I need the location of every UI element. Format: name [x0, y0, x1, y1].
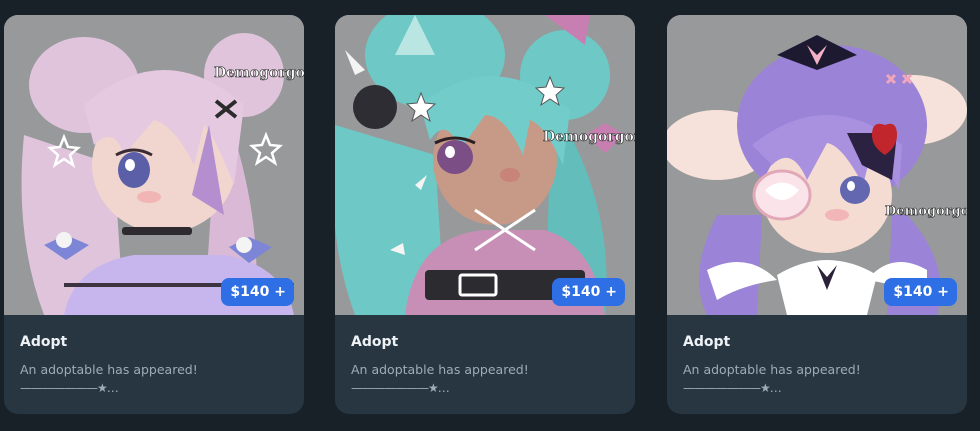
card-title[interactable]: Adopt — [351, 334, 619, 350]
watermark-text: Demogorgon — [543, 129, 635, 145]
card-title[interactable]: Adopt — [20, 334, 288, 350]
card-decoration: ———————★… — [683, 381, 782, 395]
card-decoration: ———————★… — [351, 381, 450, 395]
price-badge: $140 + — [884, 278, 957, 306]
price-badge: $140 + — [552, 278, 625, 306]
character-artwork[interactable]: Demogorgon $140 + — [4, 15, 304, 315]
card-title[interactable]: Adopt — [683, 334, 951, 350]
card-body: Adopt An adoptable has appeared! ———————… — [335, 315, 635, 395]
character-artwork[interactable]: Demogorgon $140 + — [335, 15, 635, 315]
adoptable-card[interactable]: Demogorgon $140 + Adopt An adoptable has… — [335, 15, 635, 414]
card-body: Adopt An adoptable has appeared! ———————… — [667, 315, 967, 395]
character-illustration: Demogorgon — [335, 15, 635, 315]
card-body: Adopt An adoptable has appeared! ———————… — [4, 315, 304, 395]
card-decoration: ———————★… — [20, 381, 119, 395]
watermark-text: Demogorgon — [214, 65, 304, 81]
character-artwork[interactable]: Demogorgon $140 + — [667, 15, 967, 315]
price-badge: $140 + — [221, 278, 294, 306]
character-illustration: Demogorgon — [667, 15, 967, 315]
adoptables-grid: Demogorgon $140 + Adopt An adoptable has… — [0, 0, 980, 431]
watermark-text: Demogorgon — [885, 204, 967, 219]
adoptable-card[interactable]: Demogorgon $140 + Adopt An adoptable has… — [4, 15, 304, 414]
adoptable-card[interactable]: Demogorgon $140 + Adopt An adoptable has… — [667, 15, 967, 414]
character-illustration: Demogorgon — [4, 15, 304, 315]
card-description: An adoptable has appeared! — [351, 362, 529, 377]
card-description: An adoptable has appeared! — [683, 362, 861, 377]
card-description: An adoptable has appeared! — [20, 362, 198, 377]
